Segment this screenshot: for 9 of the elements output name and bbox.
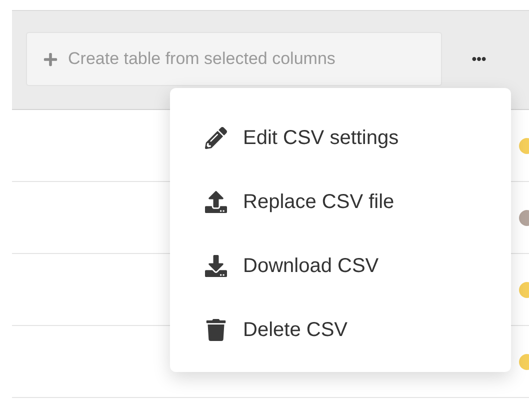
menu-item[interactable]: Replace CSV file [205,170,511,234]
pencil-icon [205,127,227,149]
upload-icon [205,191,227,213]
menu-item[interactable]: Delete CSV [205,298,511,362]
plus-icon [43,52,58,66]
trash-icon [205,319,227,341]
menu-item[interactable]: Download CSV [205,234,511,298]
download-icon [205,255,227,277]
menu-item[interactable]: Edit CSV settings [205,106,511,170]
